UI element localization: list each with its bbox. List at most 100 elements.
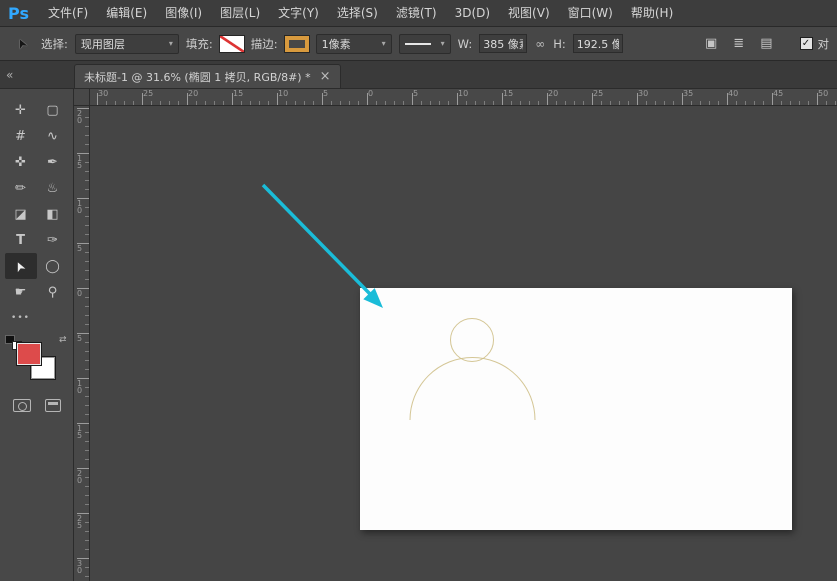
- align-edges-label: 对: [817, 36, 830, 51]
- lasso-tool[interactable]: ∿: [37, 123, 69, 149]
- ruler-number: 0: [368, 89, 374, 98]
- ruler-number: 35: [683, 89, 694, 98]
- brush-tool-icon: ✏: [15, 180, 26, 196]
- chevron-down-icon: ▾: [381, 39, 386, 48]
- menu-help[interactable]: 帮助(H): [622, 0, 682, 27]
- canvas-viewport[interactable]: [90, 106, 837, 581]
- path-alignment-icon[interactable]: ≣: [733, 36, 744, 51]
- ruler-number: 15: [75, 154, 84, 168]
- path-arrangement-icon[interactable]: ▤: [760, 36, 772, 51]
- healing-brush-tool[interactable]: ✜: [5, 149, 37, 175]
- menu-type[interactable]: 文字(Y): [269, 0, 328, 27]
- ruler-number: 10: [75, 379, 84, 393]
- ruler-number: 10: [75, 199, 84, 213]
- menu-window[interactable]: 窗口(W): [559, 0, 622, 27]
- hand-tool[interactable]: ☛: [5, 279, 37, 305]
- eraser-tool-icon: ◪: [14, 206, 27, 222]
- ruler-number: 5: [75, 334, 84, 341]
- tool-grid: ✛ ▢ # ∿ ✜ ✒ ✏ ♨ ◪ ◧ T ✑ ➤ ◯ ☛ ⚲ •••: [4, 97, 69, 331]
- crop-tool-icon: #: [15, 128, 26, 144]
- quick-mask-icon[interactable]: [12, 399, 31, 412]
- document-canvas[interactable]: [360, 288, 792, 530]
- height-label: H:: [553, 36, 566, 51]
- align-edges-group: ✓ 对: [799, 36, 830, 52]
- ruler-number: 10: [458, 89, 469, 98]
- eyedropper-tool[interactable]: ✒: [37, 149, 69, 175]
- chevron-down-icon: ▾: [168, 39, 173, 48]
- ruler-number: 20: [75, 469, 84, 483]
- menu-image[interactable]: 图像(I): [156, 0, 211, 27]
- type-tool[interactable]: T: [5, 227, 37, 253]
- ruler-number: 20: [75, 109, 84, 123]
- menu-select[interactable]: 选择(S): [328, 0, 387, 27]
- zoom-tool[interactable]: ⚲: [37, 279, 69, 305]
- menu-edit[interactable]: 编辑(E): [97, 0, 156, 27]
- document-tab[interactable]: 未标题-1 @ 31.6% (椭圆 1 拷贝, RGB/8#) * ×: [74, 64, 341, 88]
- document-tab-bar: « 未标题-1 @ 31.6% (椭圆 1 拷贝, RGB/8#) * ×: [0, 61, 837, 89]
- vertical-ruler[interactable]: 20 15 10 5 0 5 10 15 20 25 30: [74, 106, 90, 581]
- select-mode-dropdown[interactable]: 现用图层 ▾: [74, 33, 179, 54]
- shape-height-input[interactable]: [572, 34, 623, 53]
- content-row: 20 15 10 5 0 5 10 15 20 25 30: [74, 106, 837, 581]
- marquee-tool[interactable]: ▢: [37, 97, 69, 123]
- ruler-corner: [74, 89, 90, 106]
- healing-brush-tool-icon: ✜: [15, 154, 26, 170]
- path-option-buttons: ▣ ≣ ▤: [705, 36, 779, 51]
- shape-width-input[interactable]: [479, 34, 528, 53]
- fill-color-swatch[interactable]: [219, 35, 244, 52]
- path-operations-icon[interactable]: ▣: [705, 36, 717, 51]
- path-selection-tool[interactable]: ➤: [4, 253, 37, 279]
- person-outline-shape: [409, 318, 536, 421]
- more-tools-icon: •••: [11, 313, 30, 323]
- menu-file[interactable]: 文件(F): [39, 0, 97, 27]
- swap-colors-icon[interactable]: ⇄: [59, 335, 67, 345]
- move-tool-icon: ✛: [15, 102, 26, 118]
- menu-filter[interactable]: 滤镜(T): [387, 0, 446, 27]
- ruler-number: 5: [413, 89, 419, 98]
- gradient-tool-icon: ◧: [46, 206, 59, 222]
- color-swatches: ⇄: [5, 335, 69, 387]
- link-dimensions-icon[interactable]: ∞: [534, 37, 546, 51]
- menu-bar: Ps 文件(F) 编辑(E) 图像(I) 图层(L) 文字(Y) 选择(S) 滤…: [0, 0, 837, 27]
- collapse-panel-icon[interactable]: «: [0, 68, 74, 88]
- chevron-down-icon: ▾: [440, 39, 445, 48]
- brush-tool[interactable]: ✏: [5, 175, 37, 201]
- menu-layer[interactable]: 图层(L): [211, 0, 269, 27]
- pen-tool[interactable]: ✑: [37, 227, 69, 253]
- crop-tool[interactable]: #: [5, 123, 37, 149]
- ruler-number: 30: [98, 89, 109, 98]
- ruler-number: 5: [75, 244, 84, 251]
- stroke-width-dropdown[interactable]: 1像素 ▾: [315, 33, 392, 54]
- screen-mode-icon[interactable]: [44, 399, 61, 412]
- align-edges-checkbox[interactable]: ✓: [799, 37, 813, 50]
- ruler-number: 5: [323, 89, 329, 98]
- fill-label: 填充:: [185, 36, 213, 51]
- eraser-tool[interactable]: ◪: [5, 201, 37, 227]
- menu-3d[interactable]: 3D(D): [446, 0, 499, 27]
- stroke-color-swatch[interactable]: [284, 35, 309, 52]
- stroke-style-dropdown[interactable]: ▾: [398, 33, 451, 54]
- toolbar-bottom-icons: [0, 399, 73, 412]
- menu-view[interactable]: 视图(V): [499, 0, 559, 27]
- move-tool[interactable]: ✛: [5, 97, 37, 123]
- ruler-number: 25: [143, 89, 154, 98]
- more-tools-button[interactable]: •••: [5, 305, 37, 331]
- clone-stamp-tool[interactable]: ♨: [37, 175, 69, 201]
- close-icon[interactable]: ×: [320, 70, 331, 83]
- canvas-region: 30 25 20 15 10 5 0 5 10 15 20 25 30 35 4…: [74, 89, 837, 581]
- eyedropper-tool-icon: ✒: [47, 154, 58, 170]
- ruler-number: 50: [818, 89, 829, 98]
- current-tool-icon[interactable]: ➤: [10, 33, 34, 55]
- main-area: ✛ ▢ # ∿ ✜ ✒ ✏ ♨ ◪ ◧ T ✑ ➤ ◯ ☛ ⚲ ••• ⇄ 30…: [0, 89, 837, 581]
- ruler-number: 15: [75, 424, 84, 438]
- stroke-label: 描边:: [250, 36, 278, 51]
- ellipse-tool[interactable]: ◯: [37, 253, 69, 279]
- horizontal-ruler[interactable]: 30 25 20 15 10 5 0 5 10 15 20 25 30 35 4…: [90, 89, 837, 106]
- foreground-color-swatch[interactable]: [16, 343, 41, 365]
- type-tool-icon: T: [16, 232, 25, 248]
- gradient-tool[interactable]: ◧: [37, 201, 69, 227]
- ruler-number: 0: [75, 289, 84, 296]
- lasso-tool-icon: ∿: [47, 128, 58, 144]
- ruler-number: 15: [503, 89, 514, 98]
- ruler-row: 30 25 20 15 10 5 0 5 10 15 20 25 30 35 4…: [74, 89, 837, 106]
